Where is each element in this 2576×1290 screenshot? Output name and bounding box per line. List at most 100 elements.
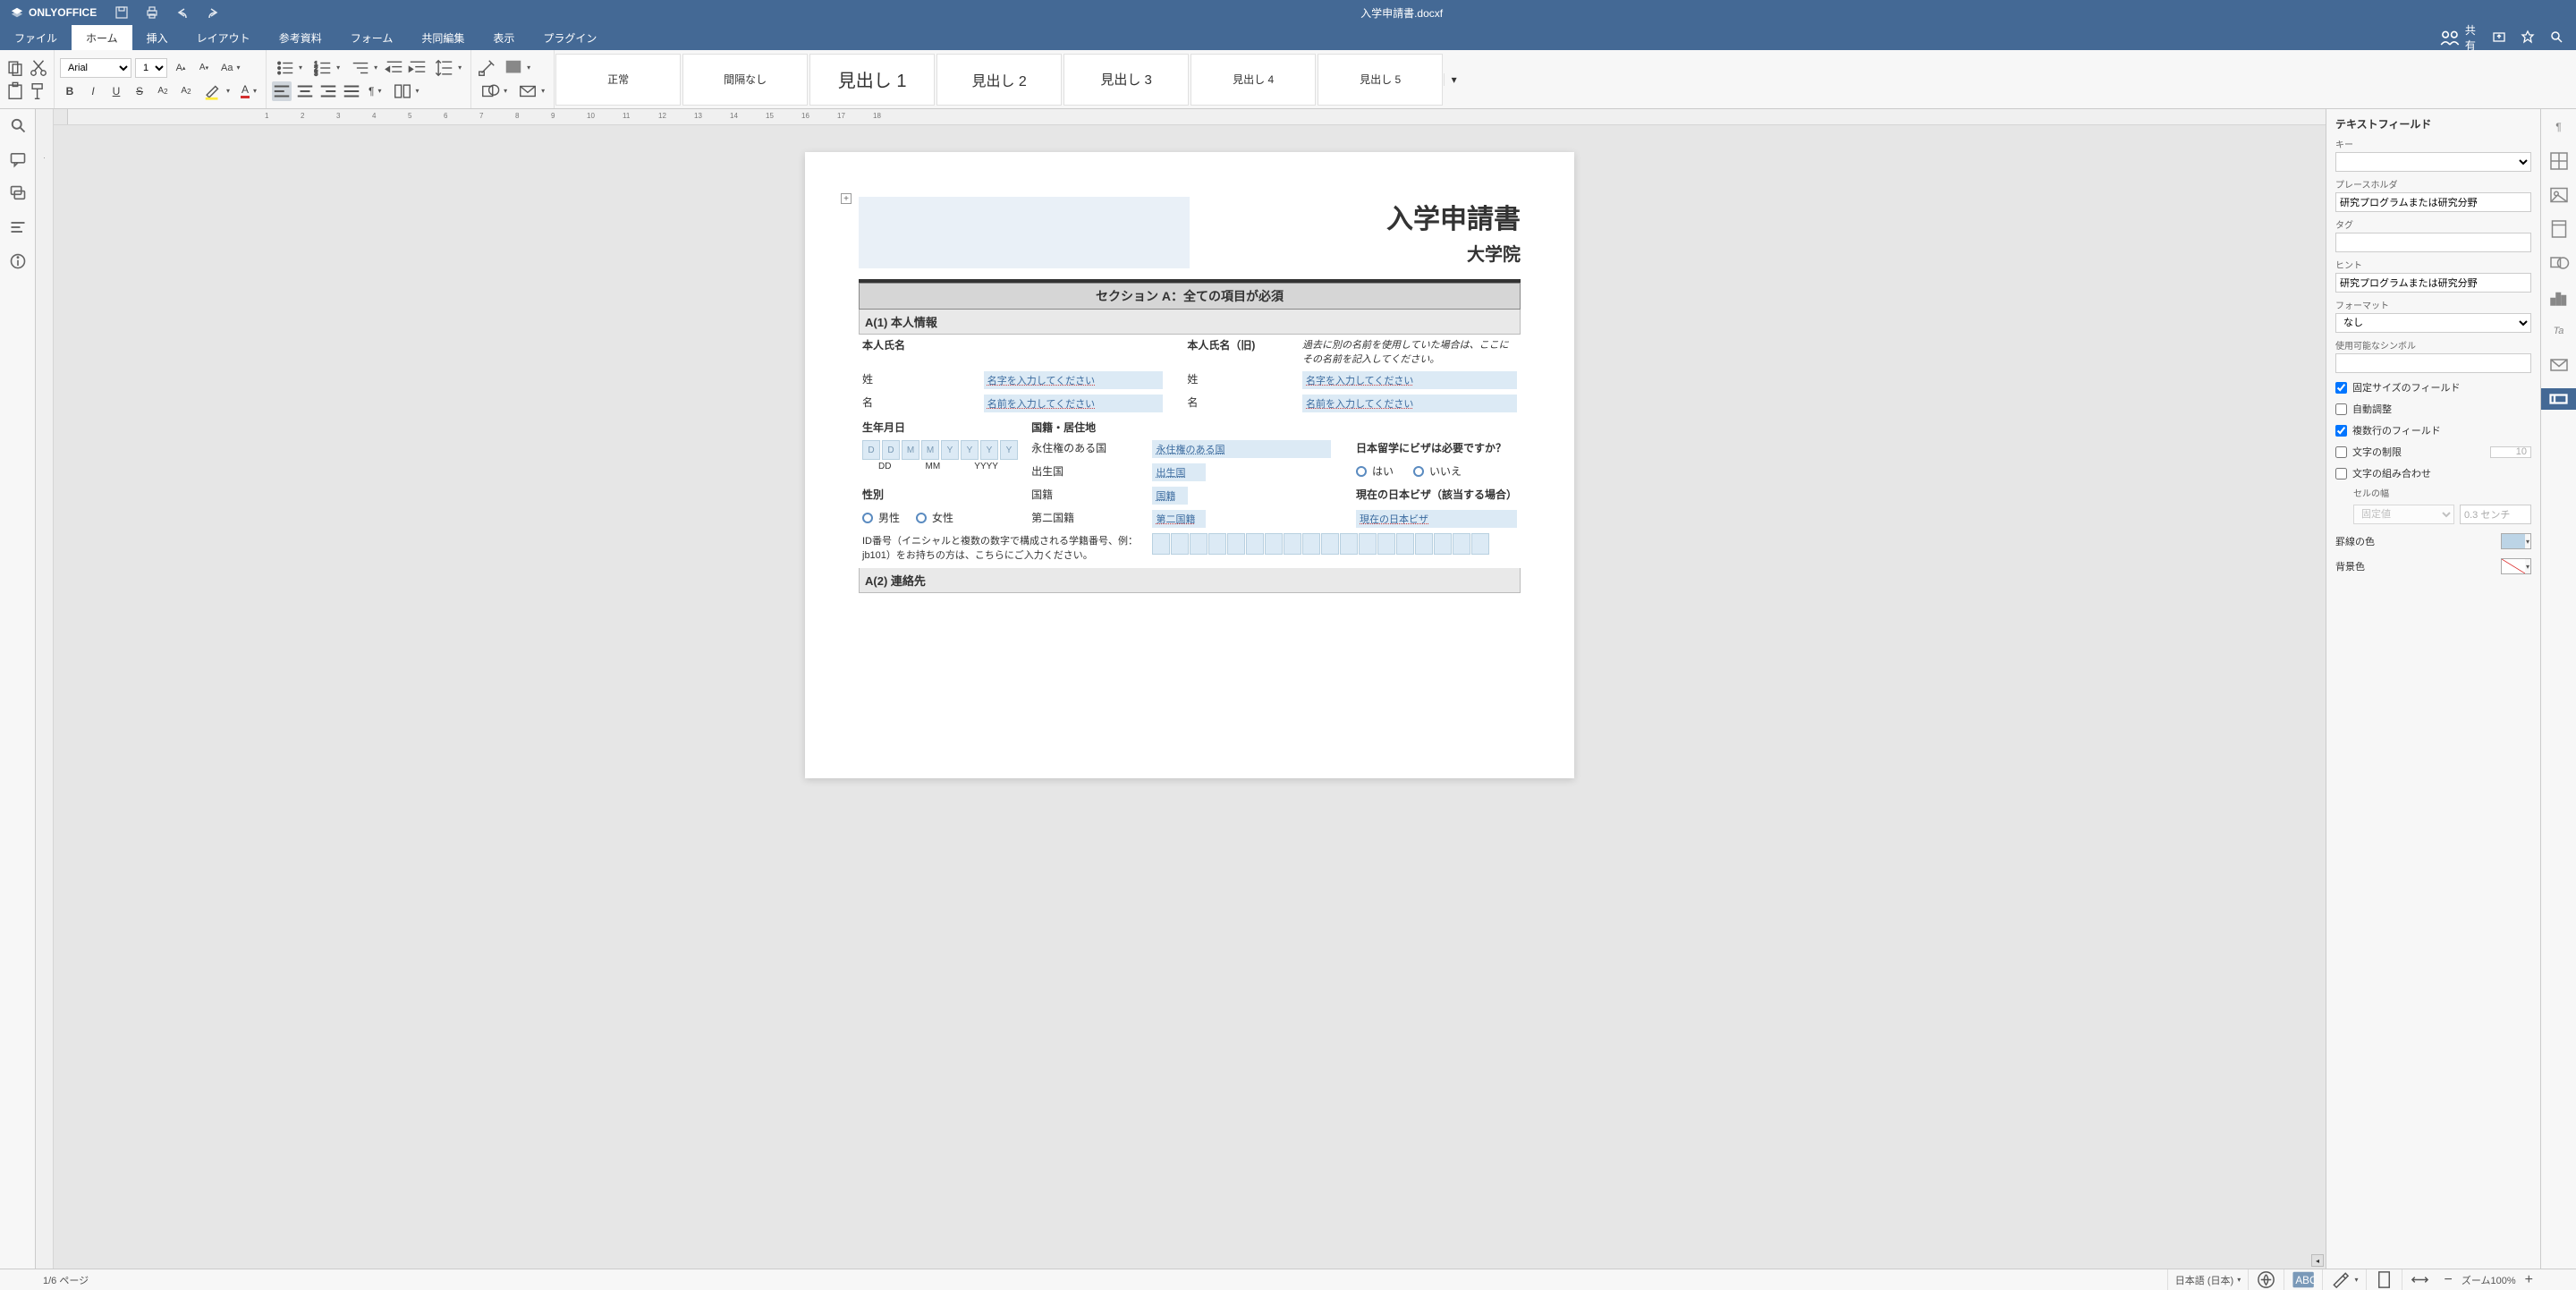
numbering-button[interactable]: 123 (309, 58, 343, 78)
copy-button[interactable] (5, 58, 25, 78)
format-painter-button[interactable] (29, 81, 48, 101)
styles-expand-button[interactable]: ▾ (1444, 73, 1463, 86)
mailmerge-button[interactable] (514, 81, 548, 101)
symbols-input[interactable] (2335, 353, 2531, 373)
insert-shape-button[interactable] (477, 81, 511, 101)
menu-view[interactable]: 表示 (479, 25, 529, 50)
paragraph-settings-icon[interactable]: ¶ (2548, 116, 2570, 138)
field-firstname[interactable]: 名前を入力してください (984, 395, 1163, 412)
comments-icon[interactable] (9, 150, 27, 168)
style-h5[interactable]: 見出し 5 (1318, 54, 1443, 106)
print-icon[interactable] (145, 5, 159, 20)
autofit-checkbox[interactable] (2335, 403, 2347, 415)
header-footer-icon[interactable] (2548, 218, 2570, 240)
font-color-button[interactable]: A (237, 81, 260, 101)
field-perm-residence[interactable]: 永住権のある国 (1152, 440, 1331, 458)
outdent-button[interactable] (385, 58, 404, 78)
menu-layout[interactable]: レイアウト (182, 25, 265, 50)
document-canvas[interactable]: + 入学申請書 大学院 セクション A：全ての項目が必須 A(1) 本人情報 本… (54, 125, 2326, 1269)
menu-collab[interactable]: 共同編集 (407, 25, 479, 50)
align-right-button[interactable] (318, 81, 338, 101)
page-indicator[interactable]: 1/6 ページ (43, 1273, 89, 1287)
menu-references[interactable]: 参考資料 (265, 25, 336, 50)
format-select[interactable]: なし (2335, 313, 2531, 333)
fit-page-button[interactable] (2366, 1269, 2402, 1290)
underline-button[interactable]: U (106, 81, 126, 101)
radio-male[interactable] (862, 513, 873, 523)
id-field[interactable] (1152, 533, 1517, 555)
style-h2[interactable]: 見出し 2 (936, 54, 1062, 106)
spellcheck-icon[interactable]: ABC (2284, 1269, 2322, 1290)
align-justify-button[interactable] (342, 81, 361, 101)
tag-input[interactable] (2335, 233, 2531, 252)
strike-button[interactable]: S (130, 81, 149, 101)
indent-button[interactable] (408, 58, 428, 78)
menu-home[interactable]: ホーム (72, 25, 132, 50)
superscript-button[interactable]: A2 (153, 81, 173, 101)
shading-button[interactable] (500, 58, 534, 78)
subscript-button[interactable]: A2 (176, 81, 196, 101)
menu-insert[interactable]: 挿入 (132, 25, 182, 50)
align-left-button[interactable] (272, 81, 292, 101)
form-settings-icon[interactable] (2541, 388, 2576, 410)
cut-button[interactable] (29, 58, 48, 78)
field-nationality[interactable]: 国籍 (1152, 487, 1188, 505)
save-icon[interactable] (114, 5, 129, 20)
zoom-label[interactable]: ズーム100% (2462, 1273, 2516, 1287)
clear-style-button[interactable] (477, 58, 496, 78)
comb-checkbox[interactable] (2335, 468, 2347, 480)
favorite-icon[interactable] (2521, 30, 2535, 47)
style-h4[interactable]: 見出し 4 (1191, 54, 1316, 106)
field-second-nationality[interactable]: 第二国籍 (1152, 510, 1206, 528)
border-color-picker[interactable] (2501, 533, 2531, 549)
align-center-button[interactable] (295, 81, 315, 101)
increase-font-button[interactable]: A▴ (171, 58, 191, 78)
table-settings-icon[interactable] (2548, 150, 2570, 172)
textart-settings-icon[interactable]: Ta (2548, 320, 2570, 342)
share-button[interactable]: 共有 (2438, 22, 2478, 53)
menu-plugins[interactable]: プラグイン (529, 25, 611, 50)
bg-color-picker[interactable] (2501, 558, 2531, 574)
bold-button[interactable]: B (60, 81, 80, 101)
redo-icon[interactable] (206, 5, 220, 20)
zoom-out-button[interactable]: − (2445, 1272, 2453, 1288)
nonprinting-button[interactable]: ¶ (365, 81, 385, 101)
radio-female[interactable] (916, 513, 927, 523)
menu-form[interactable]: フォーム (336, 25, 408, 50)
key-select[interactable] (2335, 152, 2531, 172)
field-firstname-old[interactable]: 名前を入力してください (1302, 395, 1517, 412)
multiline-checkbox[interactable] (2335, 425, 2347, 437)
field-current-visa[interactable]: 現在の日本ビザ (1356, 510, 1517, 528)
paste-button[interactable] (5, 81, 25, 101)
track-changes-toggle[interactable]: ▾ (2322, 1269, 2365, 1290)
field-surname[interactable]: 名字を入力してください (984, 371, 1163, 389)
spellcheck-toggle[interactable] (2248, 1269, 2284, 1290)
open-location-icon[interactable] (2492, 30, 2506, 47)
line-spacing-button[interactable] (431, 58, 465, 78)
font-size-select[interactable]: 11 (135, 58, 167, 78)
chart-settings-icon[interactable] (2548, 286, 2570, 308)
font-name-select[interactable]: Arial (60, 58, 131, 78)
placeholder-input[interactable] (2335, 192, 2531, 212)
field-surname-old[interactable]: 名字を入力してください (1302, 371, 1517, 389)
charlimit-checkbox[interactable] (2335, 446, 2347, 458)
search-icon[interactable] (2549, 30, 2563, 47)
zoom-in-button[interactable]: + (2525, 1272, 2533, 1288)
logo-placeholder-field[interactable] (859, 197, 1190, 268)
italic-button[interactable]: I (83, 81, 103, 101)
anchor-icon[interactable]: + (841, 193, 852, 204)
chat-icon[interactable] (9, 184, 27, 202)
fixed-size-checkbox[interactable] (2335, 382, 2347, 394)
mail-settings-icon[interactable] (2548, 354, 2570, 376)
fit-width-button[interactable] (2402, 1269, 2437, 1290)
highlight-button[interactable] (199, 81, 233, 101)
dob-field[interactable]: DDMMYYYY (862, 440, 1024, 460)
navigation-icon[interactable] (9, 218, 27, 236)
change-case-button[interactable]: Aa (217, 58, 243, 78)
panel-collapse-button[interactable]: ◂ (2311, 1254, 2324, 1267)
decrease-font-button[interactable]: A▾ (194, 58, 214, 78)
find-icon[interactable] (9, 116, 27, 134)
bullets-button[interactable] (272, 58, 306, 78)
radio-no[interactable] (1413, 466, 1424, 477)
shape-settings-icon[interactable] (2548, 252, 2570, 274)
